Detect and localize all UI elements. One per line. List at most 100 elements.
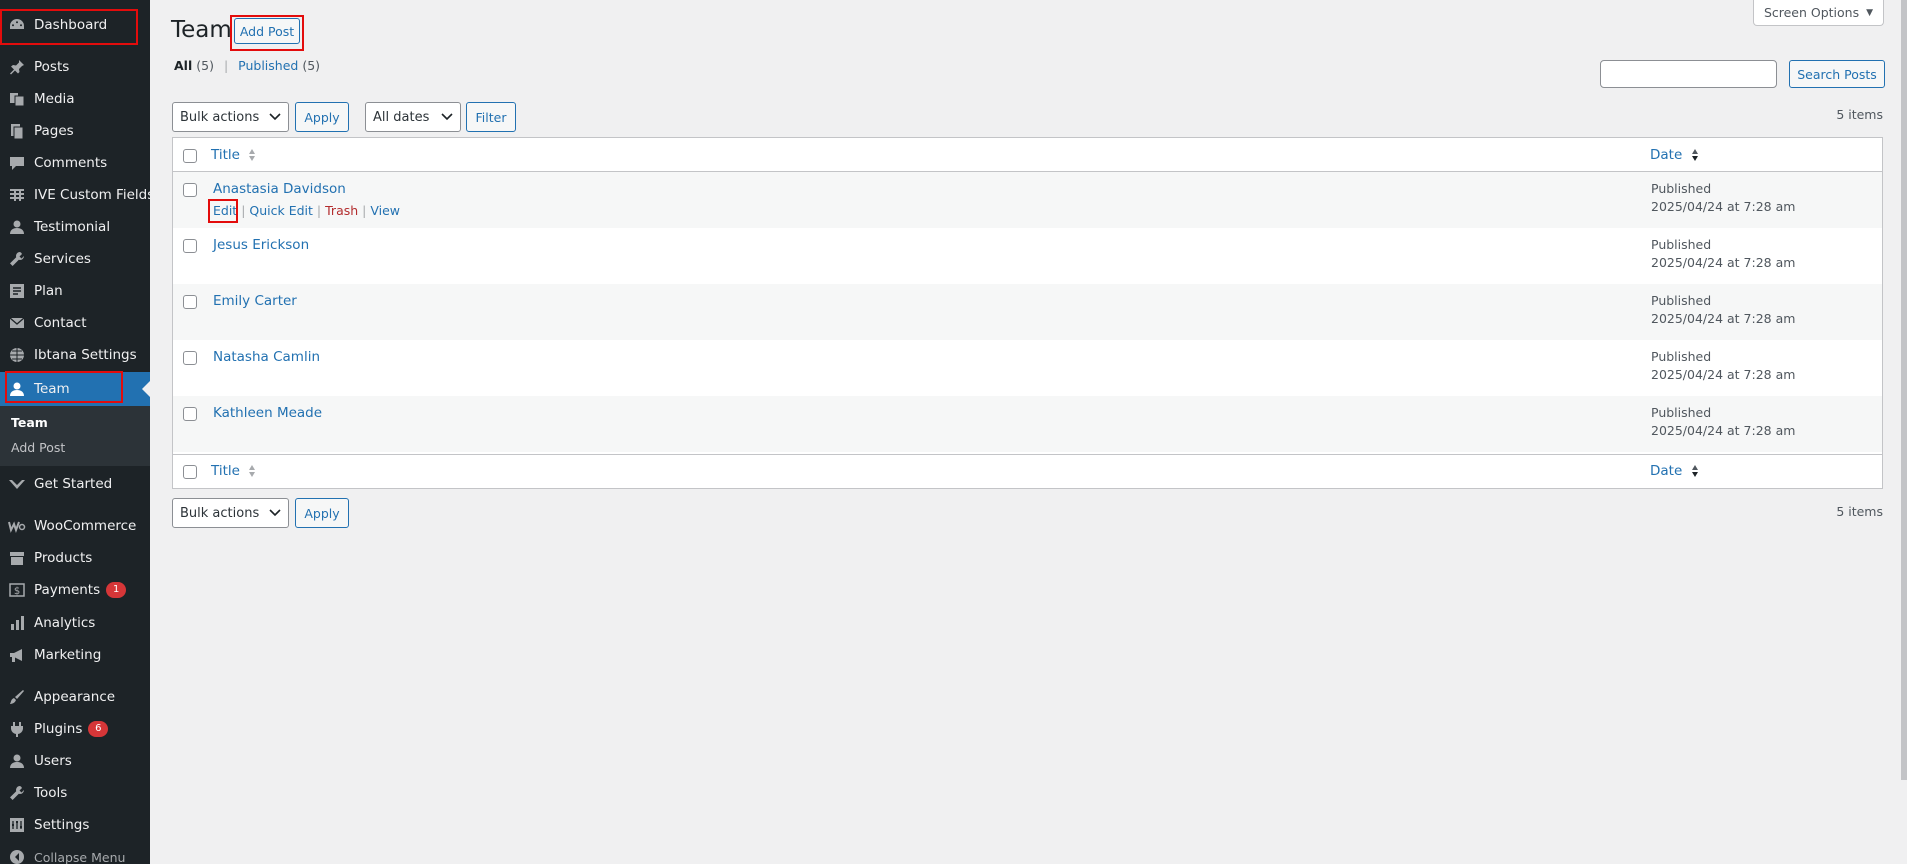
search-posts-button[interactable]: Search Posts: [1789, 60, 1885, 88]
main-content: Team Add Post Screen Options ▼ All (5) |…: [150, 0, 1907, 864]
row-checkbox[interactable]: [183, 239, 197, 253]
row-checkbox[interactable]: [183, 295, 197, 309]
sidebar-item-label: WooCommerce: [34, 518, 137, 534]
row-action-separator: |: [316, 203, 322, 218]
date-filter-select[interactable]: All dates: [365, 102, 461, 132]
column-title-label: Title: [211, 147, 240, 163]
sidebar-item-label: Plugins: [34, 721, 83, 737]
sidebar-item-contact[interactable]: Contact: [0, 307, 150, 339]
row-checkbox[interactable]: [183, 183, 197, 197]
sidebar-item-label: Dashboard: [34, 17, 108, 33]
search-posts-input[interactable]: [1600, 60, 1777, 88]
sidebar-item-testimonial[interactable]: Testimonial: [0, 211, 150, 243]
filter-button[interactable]: Filter: [466, 102, 516, 132]
sidebar-item-get-started[interactable]: Get Started: [0, 468, 150, 500]
sidebar-item-label: Payments: [34, 582, 101, 598]
admin-sidebar: Dashboard Posts Media Pages Comments IVE…: [0, 0, 150, 864]
pages-icon: [11, 124, 24, 140]
sidebar-item-payments[interactable]: $ Payments 1: [0, 574, 150, 606]
filter-published-count: (5): [302, 58, 321, 73]
envelope-icon: [9, 317, 25, 328]
view-link[interactable]: View: [370, 203, 400, 218]
sidebar-item-dashboard[interactable]: Dashboard: [0, 9, 150, 41]
sidebar-item-posts[interactable]: Posts: [0, 51, 150, 83]
sidebar-item-marketing[interactable]: Marketing: [0, 639, 150, 671]
sidebar-item-plugins[interactable]: Plugins 6: [0, 713, 150, 745]
post-title-link[interactable]: Natasha Camlin: [213, 349, 320, 365]
paintbrush-icon: [10, 690, 24, 704]
trash-link[interactable]: Trash: [325, 203, 358, 218]
row-checkbox[interactable]: [183, 407, 197, 421]
post-title-link[interactable]: Jesus Erickson: [213, 237, 309, 253]
sidebar-item-team[interactable]: Team: [0, 372, 150, 406]
post-date: 2025/04/24 at 7:28 am: [1651, 367, 1796, 382]
add-post-button[interactable]: Add Post: [234, 18, 300, 44]
select-all-checkbox[interactable]: [183, 149, 197, 163]
grid-icon: [10, 189, 24, 201]
sidebar-item-users[interactable]: Users: [0, 745, 150, 777]
row-checkbox[interactable]: [183, 351, 197, 365]
sidebar-item-media[interactable]: Media: [0, 83, 150, 115]
chevron-down-icon: [269, 509, 281, 517]
bulk-actions-select[interactable]: Bulk actions: [172, 102, 289, 132]
sidebar-item-label: Posts: [34, 59, 70, 75]
sidebar-item-label: Ibtana Settings: [34, 347, 137, 363]
comment-icon: [10, 157, 24, 170]
submenu-item-team[interactable]: Team: [11, 415, 48, 430]
filter-all[interactable]: All: [174, 58, 192, 73]
sidebar-item-appearance[interactable]: Appearance: [0, 681, 150, 713]
chevron-logo-icon: [9, 480, 25, 489]
filter-separator: |: [223, 58, 229, 73]
column-date-label: Date: [1650, 463, 1683, 479]
bulk-actions-select-bottom[interactable]: Bulk actions: [172, 498, 289, 528]
items-count: 5 items: [1836, 107, 1883, 122]
dollar-icon: $: [9, 583, 25, 597]
sidebar-item-label: Tools: [34, 785, 68, 801]
payments-count-badge: 1: [106, 582, 127, 598]
sidebar-item-analytics[interactable]: Analytics: [0, 607, 150, 639]
chevron-down-icon: [269, 113, 281, 121]
sidebar-item-products[interactable]: Products: [0, 542, 150, 574]
screen-options-button[interactable]: Screen Options ▼: [1753, 0, 1884, 26]
sidebar-item-services[interactable]: Services: [0, 243, 150, 275]
column-title-footer[interactable]: Title: [211, 463, 256, 479]
sidebar-item-woocommerce[interactable]: WooCommerce: [0, 510, 150, 542]
svg-text:$: $: [14, 586, 20, 597]
sidebar-item-label: Products: [34, 550, 93, 566]
post-date: 2025/04/24 at 7:28 am: [1651, 255, 1796, 270]
page-scrollbar[interactable]: [1901, 0, 1907, 780]
sidebar-item-label: Comments: [34, 155, 108, 171]
date-filter-value: All dates: [373, 109, 430, 125]
user-icon: [10, 220, 24, 234]
quick-edit-link[interactable]: Quick Edit: [249, 203, 313, 218]
post-title-link[interactable]: Emily Carter: [213, 293, 297, 309]
post-title-link[interactable]: Anastasia Davidson: [213, 181, 346, 197]
bulk-actions-value: Bulk actions: [180, 109, 260, 125]
submenu-item-add-post[interactable]: Add Post: [11, 440, 65, 455]
column-date-footer[interactable]: Date: [1650, 463, 1699, 479]
column-date-header[interactable]: Date: [1650, 147, 1699, 163]
sidebar-item-label: Get Started: [34, 476, 113, 492]
sidebar-item-label: Settings: [34, 817, 90, 833]
filter-published[interactable]: Published: [238, 58, 298, 73]
woo-icon: [8, 521, 26, 533]
collapse-menu-button[interactable]: Collapse Menu: [0, 841, 150, 864]
apply-button-bottom[interactable]: Apply: [295, 498, 349, 528]
post-status: Published: [1651, 237, 1712, 252]
wrench-icon: [10, 786, 24, 800]
column-title-header[interactable]: Title: [211, 147, 256, 163]
current-menu-arrow: [142, 381, 150, 397]
sidebar-item-ibtana-settings[interactable]: Ibtana Settings: [0, 339, 150, 371]
edit-link[interactable]: Edit: [213, 203, 237, 218]
sidebar-item-tools[interactable]: Tools: [0, 777, 150, 809]
apply-button[interactable]: Apply: [295, 102, 349, 132]
post-title-link[interactable]: Kathleen Meade: [213, 405, 322, 421]
table-row: Emily Carter Published 2025/04/24 at 7:2…: [173, 284, 1882, 340]
sidebar-item-comments[interactable]: Comments: [0, 147, 150, 179]
select-all-checkbox-footer[interactable]: [183, 465, 197, 479]
sidebar-item-settings[interactable]: Settings: [0, 809, 150, 841]
sidebar-item-label: Appearance: [34, 689, 116, 705]
sidebar-item-pages[interactable]: Pages: [0, 115, 150, 147]
sidebar-item-ive-custom-fields[interactable]: IVE Custom Fields: [0, 179, 150, 211]
sidebar-item-plan[interactable]: Plan: [0, 275, 150, 307]
